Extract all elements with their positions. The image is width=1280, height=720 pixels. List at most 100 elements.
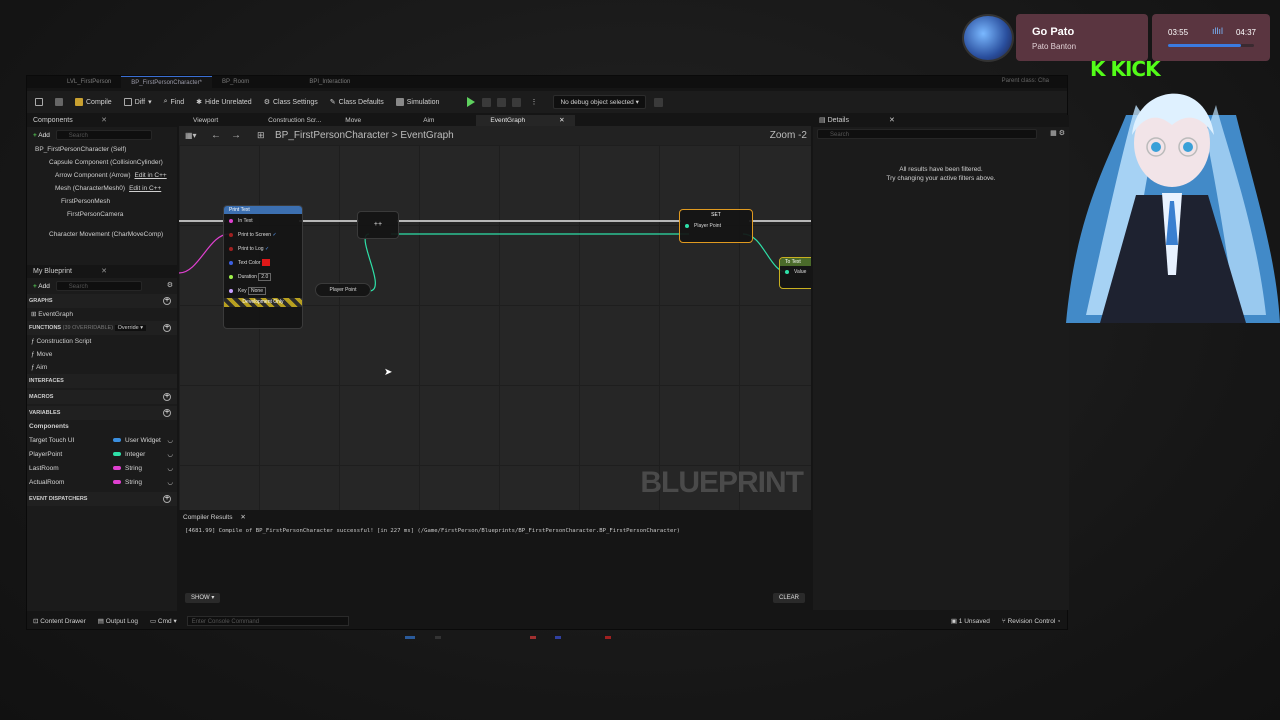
print-to-log-pin[interactable]: Print to Log ✓ xyxy=(224,242,302,256)
close-icon[interactable]: ✕ xyxy=(101,115,107,127)
graph-canvas[interactable]: Print Text In Text Print to Screen ✓ Pri… xyxy=(179,145,811,510)
step-icon[interactable] xyxy=(482,97,492,107)
functions-section[interactable]: FUNCTIONS (39 OVERRIDABLE) Override ▾ + xyxy=(27,321,177,335)
class-settings-button[interactable]: ⚙ Class Settings xyxy=(258,94,324,110)
tree-item-char-movement[interactable]: Character Movement (CharMoveComp) xyxy=(27,228,177,241)
tab-construction-script[interactable]: Construction Scr... xyxy=(254,115,331,126)
close-icon[interactable]: ✕ xyxy=(559,117,564,124)
to-text-node[interactable]: To Text Value xyxy=(779,257,811,289)
tab-aim[interactable]: Aim xyxy=(409,115,444,126)
more-options-icon[interactable]: ⋮ xyxy=(524,94,543,110)
breadcrumb-root[interactable]: BP_FirstPersonCharacter xyxy=(275,130,389,141)
browse-icon[interactable] xyxy=(49,94,69,110)
simulation-button[interactable]: Simulation xyxy=(390,94,446,110)
tree-item-self[interactable]: BP_FirstPersonCharacter (Self) xyxy=(27,143,177,156)
asset-tab-bp-character[interactable]: BP_FirstPersonCharacter* xyxy=(121,76,212,88)
print-to-screen-pin[interactable]: Print to Screen ✓ xyxy=(224,228,302,242)
content-drawer-button[interactable]: ⊡ Content Drawer xyxy=(27,617,92,625)
close-icon[interactable]: ✕ xyxy=(889,115,895,127)
text-color-pin[interactable]: Text Color xyxy=(224,256,302,270)
components-tab[interactable]: Components ✕ xyxy=(27,115,177,127)
graph-menu-icon[interactable]: ▦▾ xyxy=(185,126,197,145)
cmd-dropdown[interactable]: ▭ Cmd ▾ xyxy=(144,617,183,625)
variable-type[interactable]: User Widget xyxy=(113,434,161,448)
print-text-node[interactable]: Print Text In Text Print to Screen ✓ Pri… xyxy=(223,205,303,329)
add-member-button[interactable]: + Add xyxy=(29,282,54,292)
visibility-eye-icon[interactable]: ◡ xyxy=(167,462,173,476)
stop-icon[interactable] xyxy=(497,97,507,107)
color-swatch[interactable] xyxy=(261,259,270,267)
class-defaults-button[interactable]: ✎ Class Defaults xyxy=(324,94,390,110)
back-arrow-icon[interactable]: ← xyxy=(211,126,221,145)
asset-tab-bpi-interaction[interactable]: BPI_Interaction xyxy=(299,76,360,88)
variable-type[interactable]: String xyxy=(113,476,142,490)
show-filter-button[interactable]: SHOW ▾ xyxy=(185,593,221,603)
compiler-results-tab[interactable]: Compiler Results ✕ xyxy=(179,512,811,524)
edit-in-cpp-link[interactable]: Edit in C++ xyxy=(129,185,161,192)
graph-item-eventgraph[interactable]: ⊞ EventGraph xyxy=(27,308,177,321)
override-dropdown[interactable]: Override ▾ xyxy=(114,325,146,331)
close-icon[interactable]: ✕ xyxy=(101,266,107,278)
duration-pin[interactable]: Duration 2.0 xyxy=(224,270,302,284)
components-search-input[interactable]: Search xyxy=(55,130,152,140)
variable-type[interactable]: Integer xyxy=(113,448,145,462)
add-macro-icon[interactable]: + xyxy=(163,393,171,401)
macros-section[interactable]: MACROS + xyxy=(27,390,177,404)
variable-item[interactable]: ActualRoom String ◡ xyxy=(27,476,177,490)
edit-in-cpp-link[interactable]: Edit in C++ xyxy=(135,172,167,179)
set-player-point-pin[interactable]: Player Point xyxy=(680,220,752,232)
output-log-button[interactable]: ▤ Output Log xyxy=(92,617,144,625)
variable-type[interactable]: String xyxy=(113,462,142,476)
asset-tab-bp-room[interactable]: BP_Room xyxy=(212,76,259,88)
play-icon[interactable] xyxy=(467,97,476,107)
advance-icon[interactable] xyxy=(512,97,522,107)
get-player-point-node[interactable]: Player Point xyxy=(315,283,371,297)
find-button[interactable]: ⌕ Find xyxy=(158,94,191,110)
unsaved-button[interactable]: ▣ 1 Unsaved xyxy=(945,617,996,625)
function-item-move[interactable]: ƒ Move xyxy=(27,348,177,361)
tree-item-capsule[interactable]: Capsule Component (CollisionCylinder) xyxy=(27,156,177,169)
revision-control-button[interactable]: ⑂ Revision Control ▾ xyxy=(996,618,1067,625)
debug-object-select[interactable]: No debug object selected ▾ xyxy=(553,95,646,109)
my-blueprint-search-input[interactable]: Search xyxy=(55,281,142,291)
to-text-value-pin[interactable]: Value xyxy=(780,266,811,278)
add-component-button[interactable]: + Add xyxy=(29,131,54,141)
add-dispatcher-icon[interactable]: + xyxy=(163,495,171,503)
forward-arrow-icon[interactable]: → xyxy=(231,126,241,145)
variable-item[interactable]: Target Touch UI User Widget ◡ xyxy=(27,434,177,448)
details-tab[interactable]: ▤ Details ✕ xyxy=(813,115,1069,127)
asset-tab-lvl[interactable]: LVL_FirstPerson xyxy=(57,76,121,88)
variables-section[interactable]: VARIABLES + xyxy=(27,406,177,420)
add-variable-icon[interactable]: + xyxy=(163,409,171,417)
clear-button[interactable]: CLEAR xyxy=(772,593,805,603)
debug-browse-icon[interactable] xyxy=(653,97,663,107)
add-node[interactable]: ++ xyxy=(357,211,399,239)
my-blueprint-tab[interactable]: My Blueprint ✕ xyxy=(27,266,177,278)
console-input[interactable]: Enter Console Command xyxy=(186,616,349,626)
details-search-input[interactable]: Search xyxy=(817,129,1037,139)
graphs-section[interactable]: GRAPHS + xyxy=(27,294,177,308)
breadcrumb-leaf[interactable]: EventGraph xyxy=(400,130,453,141)
add-graph-icon[interactable]: + xyxy=(163,297,171,305)
interfaces-section[interactable]: INTERFACES xyxy=(27,374,177,388)
settings-gear-icon[interactable]: ⚙ xyxy=(167,281,173,289)
hide-unrelated-button[interactable]: ✱ Hide Unrelated xyxy=(190,94,258,110)
lock-icon[interactable] xyxy=(29,94,49,110)
key-pin[interactable]: Key None xyxy=(224,284,302,298)
tree-item-fp-camera[interactable]: FirstPersonCamera xyxy=(27,208,177,221)
tab-eventgraph[interactable]: EventGraph ✕ xyxy=(476,115,575,126)
view-options-icon[interactable]: ▦ ⚙ xyxy=(1050,129,1065,137)
visibility-eye-icon[interactable]: ◡ xyxy=(167,476,173,490)
close-icon[interactable]: ✕ xyxy=(240,514,245,521)
tab-move[interactable]: Move xyxy=(331,115,371,126)
variable-item[interactable]: LastRoom String ◡ xyxy=(27,462,177,476)
visibility-eye-icon[interactable]: ◡ xyxy=(167,448,173,462)
set-player-point-node[interactable]: SET Player Point xyxy=(679,209,753,243)
in-text-pin[interactable]: In Text xyxy=(224,214,302,228)
variable-item[interactable]: PlayerPoint Integer ◡ xyxy=(27,448,177,462)
compile-button[interactable]: Compile xyxy=(69,94,118,110)
event-dispatchers-section[interactable]: EVENT DISPATCHERS + xyxy=(27,492,177,506)
diff-button[interactable]: Diff ▾ xyxy=(118,94,158,110)
add-function-icon[interactable]: + xyxy=(163,324,171,332)
tree-item-mesh[interactable]: Mesh (CharacterMesh0) Edit in C++ xyxy=(27,182,177,195)
